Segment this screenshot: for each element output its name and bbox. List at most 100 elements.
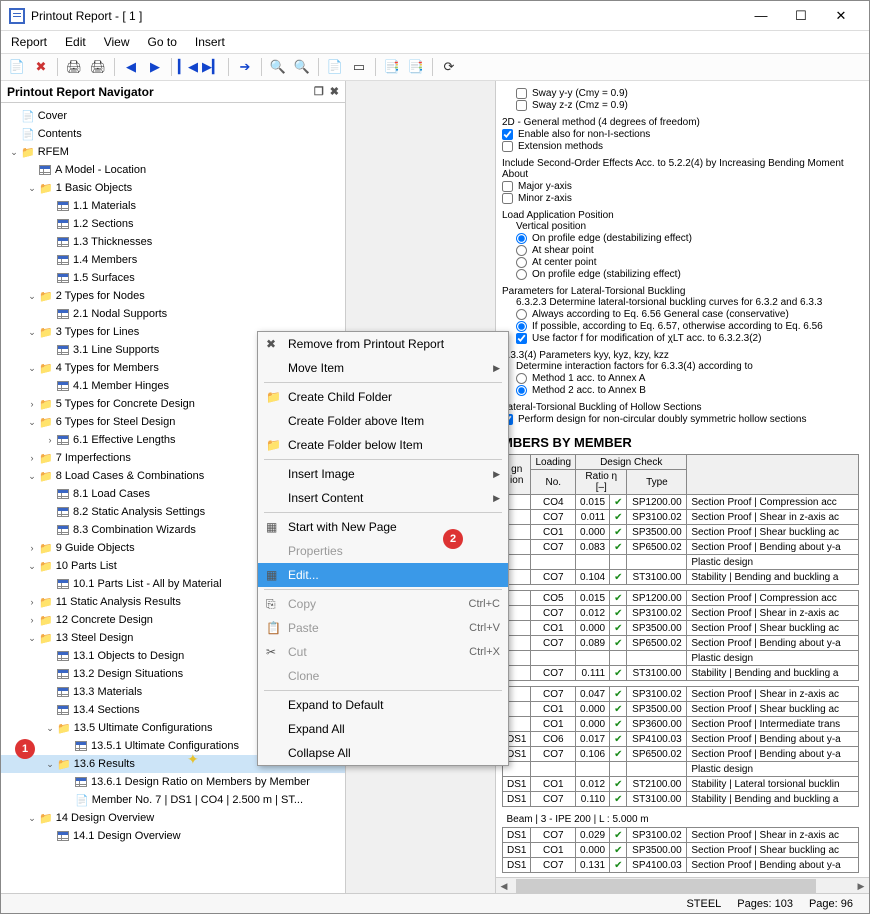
ltb-657-radio[interactable] bbox=[516, 321, 527, 332]
load-edge-radio[interactable] bbox=[516, 233, 527, 244]
nav-first-icon[interactable]: ▎◀ bbox=[178, 57, 198, 77]
menu-item[interactable]: Insert Content▶ bbox=[258, 486, 508, 510]
maximize-button[interactable]: ☐ bbox=[781, 2, 821, 30]
export-icon[interactable]: 📑 bbox=[382, 57, 402, 77]
menu-report[interactable]: Report bbox=[11, 35, 47, 49]
print-all-icon[interactable]: 🖨 bbox=[88, 57, 108, 77]
method2-radio[interactable] bbox=[516, 385, 527, 396]
nav-next-icon[interactable]: ▶ bbox=[145, 57, 165, 77]
tree-toggle[interactable]: ⌄ bbox=[25, 813, 39, 824]
minor-z-checkbox[interactable] bbox=[502, 193, 513, 204]
tree-label: 1 Basic Objects bbox=[56, 182, 132, 194]
sway-zz-checkbox[interactable] bbox=[516, 100, 527, 111]
ltb-factor-checkbox[interactable] bbox=[516, 333, 527, 344]
scroll-thumb[interactable] bbox=[516, 879, 816, 893]
nav-last-icon[interactable]: ▶▎ bbox=[202, 57, 222, 77]
folder-icon: 📁 bbox=[39, 326, 53, 339]
grid-icon bbox=[57, 525, 69, 535]
print-icon[interactable]: 🖨 bbox=[64, 57, 84, 77]
undock-icon[interactable]: ❐ bbox=[314, 85, 324, 98]
select-icon[interactable]: ▭ bbox=[349, 57, 369, 77]
tree-item[interactable]: ⌄📁1 Basic Objects bbox=[1, 179, 345, 197]
scroll-right-icon[interactable]: ▶ bbox=[853, 878, 869, 893]
context-menu[interactable]: ✖Remove from Printout ReportMove Item▶ 📁C… bbox=[257, 331, 509, 766]
tree-toggle[interactable]: ⌄ bbox=[25, 561, 39, 572]
tree-toggle[interactable]: › bbox=[25, 615, 39, 625]
menu-item[interactable]: ▦Edit... bbox=[258, 563, 508, 587]
table-row: CO40.015✔SP1200.00Section Proof | Compre… bbox=[503, 495, 859, 510]
menu-item[interactable]: Expand to Default bbox=[258, 693, 508, 717]
menu-shortcut: Ctrl+X bbox=[469, 646, 500, 658]
tree-item[interactable]: A Model - Location bbox=[1, 161, 345, 179]
tree-item[interactable]: 13.6.1 Design Ratio on Members by Member bbox=[1, 773, 345, 791]
tree-toggle[interactable]: › bbox=[43, 435, 57, 445]
tree-label: 13.3 Materials bbox=[73, 686, 142, 698]
menu-item[interactable]: Collapse All bbox=[258, 741, 508, 765]
delete-icon[interactable]: ✖ bbox=[31, 57, 51, 77]
close-panel-icon[interactable]: ✖ bbox=[330, 85, 339, 98]
scroll-left-icon[interactable]: ◀ bbox=[496, 878, 512, 893]
menu-view[interactable]: View bbox=[104, 35, 130, 49]
enable-noni-checkbox[interactable] bbox=[502, 129, 513, 140]
tree-toggle[interactable]: ⌄ bbox=[25, 327, 39, 338]
sway-yy-checkbox[interactable] bbox=[516, 88, 527, 99]
nav-prev-icon[interactable]: ◀ bbox=[121, 57, 141, 77]
tree-toggle[interactable]: ⌄ bbox=[25, 417, 39, 428]
tree-item[interactable]: 1.4 Members bbox=[1, 251, 345, 269]
menu-item[interactable]: Insert Image▶ bbox=[258, 462, 508, 486]
menu-item[interactable]: ▦Start with New Page bbox=[258, 515, 508, 539]
new-icon[interactable]: 📄 bbox=[7, 57, 27, 77]
tree-item[interactable]: 1.1 Materials bbox=[1, 197, 345, 215]
tree-toggle[interactable]: ⌄ bbox=[25, 363, 39, 374]
minimize-button[interactable]: — bbox=[741, 2, 781, 30]
tree-toggle[interactable]: ⌄ bbox=[25, 471, 39, 482]
tree-toggle[interactable]: ⌄ bbox=[25, 183, 39, 194]
load-stabil-radio[interactable] bbox=[516, 269, 527, 280]
menu-item[interactable]: Create Folder above Item bbox=[258, 409, 508, 433]
menu-edit[interactable]: Edit bbox=[65, 35, 86, 49]
tree-toggle[interactable]: ⌄ bbox=[7, 147, 21, 158]
close-button[interactable]: ✕ bbox=[821, 2, 861, 30]
tree-item[interactable]: 1.2 Sections bbox=[1, 215, 345, 233]
export2-icon[interactable]: 📑 bbox=[406, 57, 426, 77]
menu-item[interactable]: ✖Remove from Printout Report bbox=[258, 332, 508, 356]
menu-goto[interactable]: Go to bbox=[148, 35, 177, 49]
tree-label: 13.5.1 Ultimate Configurations bbox=[91, 740, 239, 752]
tree-item[interactable]: ⌄📁RFEM bbox=[1, 143, 345, 161]
tree-item[interactable]: ⌄📁2 Types for Nodes bbox=[1, 287, 345, 305]
tree-item[interactable]: 1.5 Surfaces bbox=[1, 269, 345, 287]
tree-toggle[interactable]: › bbox=[25, 453, 39, 463]
menu-item[interactable]: Move Item▶ bbox=[258, 356, 508, 380]
extension-checkbox[interactable] bbox=[502, 141, 513, 152]
tree-toggle[interactable]: › bbox=[25, 399, 39, 409]
load-center-radio[interactable] bbox=[516, 257, 527, 268]
menu-item[interactable]: Expand All bbox=[258, 717, 508, 741]
tree-item[interactable]: 📄Member No. 7 | DS1 | CO4 | 2.500 m | ST… bbox=[1, 791, 345, 809]
tree-toggle[interactable]: ⌄ bbox=[43, 759, 57, 770]
menu-item-label: Expand All bbox=[288, 722, 500, 736]
goto-icon[interactable]: ➔ bbox=[235, 57, 255, 77]
tree-item[interactable]: ⌄📁14 Design Overview bbox=[1, 809, 345, 827]
refresh-icon[interactable]: ⟳ bbox=[439, 57, 459, 77]
page-icon[interactable]: 📄 bbox=[325, 57, 345, 77]
tree-item[interactable]: 📄Contents bbox=[1, 125, 345, 143]
tree-toggle[interactable]: ⌄ bbox=[43, 723, 57, 734]
menu-insert[interactable]: Insert bbox=[195, 35, 225, 49]
horizontal-scrollbar[interactable]: ◀ ▶ bbox=[496, 877, 869, 893]
zoom-in-icon[interactable]: 🔍 bbox=[268, 57, 288, 77]
method1-radio[interactable] bbox=[516, 373, 527, 384]
tree-toggle[interactable]: ⌄ bbox=[25, 291, 39, 302]
tree-item[interactable]: 14.1 Design Overview bbox=[1, 827, 345, 845]
tree-item[interactable]: 1.3 Thicknesses bbox=[1, 233, 345, 251]
menu-item[interactable]: 📁Create Folder below Item bbox=[258, 433, 508, 457]
zoom-out-icon[interactable]: 🔍 bbox=[292, 57, 312, 77]
tree-toggle[interactable]: › bbox=[25, 597, 39, 607]
tree-toggle[interactable]: ⌄ bbox=[25, 633, 39, 644]
ltb-656-radio[interactable] bbox=[516, 309, 527, 320]
menu-item[interactable]: 📁Create Child Folder bbox=[258, 385, 508, 409]
tree-item[interactable]: 📄Cover bbox=[1, 107, 345, 125]
tree-item[interactable]: 2.1 Nodal Supports bbox=[1, 305, 345, 323]
tree-toggle[interactable]: › bbox=[25, 543, 39, 553]
major-y-checkbox[interactable] bbox=[502, 181, 513, 192]
load-shear-radio[interactable] bbox=[516, 245, 527, 256]
